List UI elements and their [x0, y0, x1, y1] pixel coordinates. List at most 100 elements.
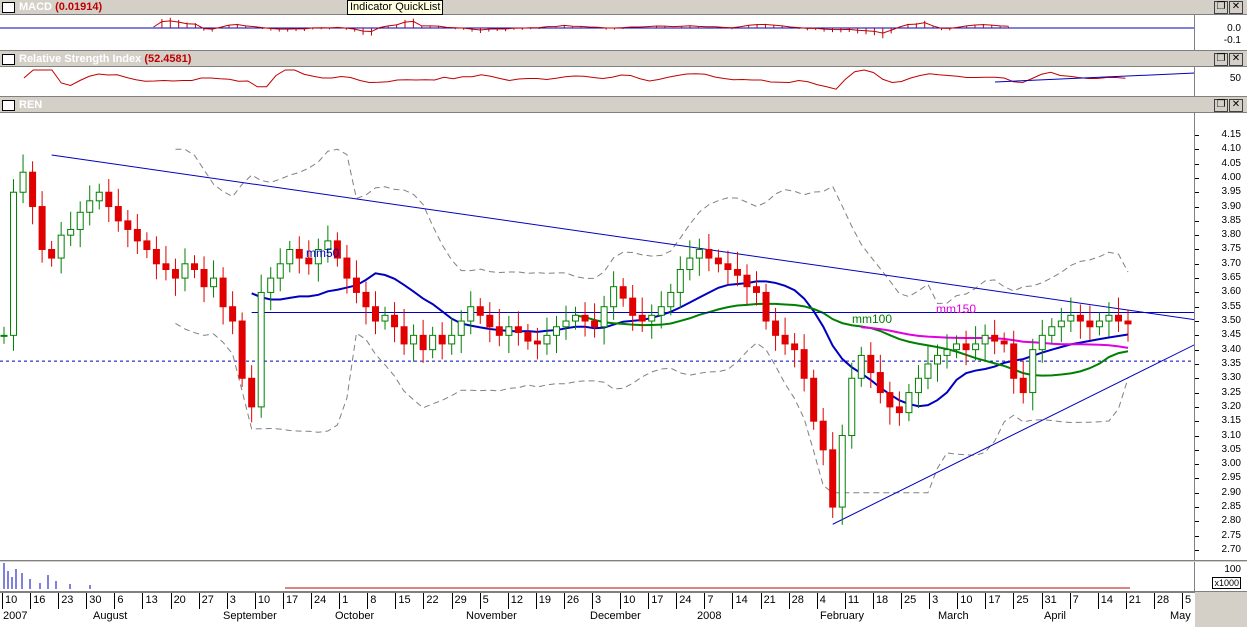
candle-body: [476, 306, 484, 316]
candle-body: [181, 263, 189, 279]
mm150-label: mm150: [936, 302, 976, 316]
day-label: 8: [370, 594, 377, 606]
close-icon[interactable]: ✕: [1229, 53, 1243, 66]
restore-icon[interactable]: ❐: [1214, 99, 1228, 112]
day-label: 10: [960, 594, 973, 606]
day-tick: [507, 593, 509, 609]
candle-body: [572, 314, 580, 322]
rsi-titlebar[interactable]: Relative Strength Index (52.4581) ❐ ✕: [0, 52, 1247, 67]
candle-body: [981, 334, 989, 345]
price-tick: 4.05: [1221, 157, 1241, 169]
candle-body: [705, 248, 713, 259]
rsi-axis: 50: [1194, 67, 1247, 96]
candle-body: [57, 234, 65, 259]
candle-body: [248, 377, 256, 408]
price-tick: 3.45: [1221, 329, 1241, 341]
month-label: February: [820, 610, 865, 622]
candle-body: [1038, 334, 1046, 351]
candle-body: [400, 326, 408, 345]
candle-body: [524, 331, 532, 342]
candle-body: [543, 334, 551, 345]
price-tick: 3.65: [1221, 272, 1241, 284]
day-tick: [901, 593, 903, 609]
candle-body: [581, 314, 589, 322]
pane-menu-icon[interactable]: [2, 2, 15, 13]
day-tick: [844, 593, 846, 609]
indicator-quicklist-tooltip[interactable]: Indicator QuickList: [347, 0, 444, 15]
price-tick: 4.10: [1221, 143, 1241, 155]
price-tick: 2.85: [1221, 501, 1241, 513]
day-tick: [1153, 593, 1155, 609]
candle-body: [362, 291, 370, 308]
restore-icon[interactable]: ❐: [1214, 1, 1228, 14]
day-tick: [30, 593, 32, 609]
mm50-label: mm50: [306, 246, 340, 260]
price-tick-mark: [1195, 406, 1199, 408]
candle-body: [819, 420, 827, 451]
day-tick: [1013, 593, 1015, 609]
day-label: 5: [1185, 594, 1192, 606]
day-tick: [1182, 593, 1183, 609]
month-label: March: [938, 610, 969, 622]
month-label: September: [223, 610, 277, 622]
price-tick-mark: [1195, 335, 1199, 337]
price-tick: 3.70: [1221, 257, 1241, 269]
candle-body: [505, 326, 513, 336]
macd-titlebar[interactable]: MACD (0.01914) ❐ ✕: [0, 0, 1247, 15]
close-icon[interactable]: ✕: [1229, 1, 1243, 14]
pane-menu-icon[interactable]: [2, 100, 15, 111]
candle-body: [76, 211, 84, 230]
month-label: October: [335, 610, 375, 622]
day-label: 25: [1016, 594, 1029, 606]
candle-body: [714, 257, 722, 265]
day-label: 21: [763, 594, 776, 606]
candle-body: [229, 306, 237, 322]
price-tick-mark: [1195, 220, 1199, 222]
price-tick: 3.35: [1221, 357, 1241, 369]
candle-body: [10, 191, 18, 336]
candle-body: [67, 228, 75, 236]
day-tick: [1041, 593, 1043, 609]
price-titlebar[interactable]: REN ❐ ✕: [0, 98, 1247, 113]
candle-body: [857, 354, 865, 379]
price-tick: 3.60: [1221, 286, 1241, 298]
month-label: May: [1170, 610, 1191, 622]
candle-body: [686, 257, 694, 271]
day-tick: [732, 593, 734, 609]
candle-body: [591, 320, 599, 328]
candle-body: [562, 320, 570, 328]
day-label: 5: [482, 594, 489, 606]
candle-body: [629, 297, 637, 316]
pane-menu-icon[interactable]: [2, 54, 15, 65]
day-tick: [114, 593, 116, 609]
candle-body: [210, 277, 218, 288]
candle-body: [933, 354, 941, 365]
candle-body: [467, 306, 475, 322]
candle-body: [514, 326, 522, 333]
candle-body: [991, 334, 999, 342]
candle-body: [753, 286, 761, 293]
day-label: 3: [229, 594, 236, 606]
candle-body: [838, 435, 846, 508]
restore-icon[interactable]: ❐: [1214, 53, 1228, 66]
day-tick: [2, 593, 3, 609]
candle-body: [438, 334, 446, 345]
price-tick: 3.15: [1221, 415, 1241, 427]
day-tick: [451, 593, 453, 609]
price-tick-mark: [1195, 363, 1199, 365]
price-tick-mark: [1195, 521, 1199, 523]
day-label: 24: [679, 594, 692, 606]
candle-body: [676, 269, 684, 293]
price-tick-mark: [1195, 349, 1199, 351]
candle-body: [800, 349, 808, 379]
price-tick-mark: [1195, 149, 1199, 151]
candle-body: [781, 334, 789, 345]
price-plot: mm50 mm100 mm150: [0, 148, 1195, 525]
candle-body: [724, 263, 732, 271]
price-tick-mark: [1195, 492, 1199, 494]
close-icon[interactable]: ✕: [1229, 99, 1243, 112]
candle-body: [876, 372, 884, 394]
day-label: 10: [5, 594, 18, 606]
candle-body: [914, 377, 922, 394]
candle-body: [1019, 377, 1027, 394]
